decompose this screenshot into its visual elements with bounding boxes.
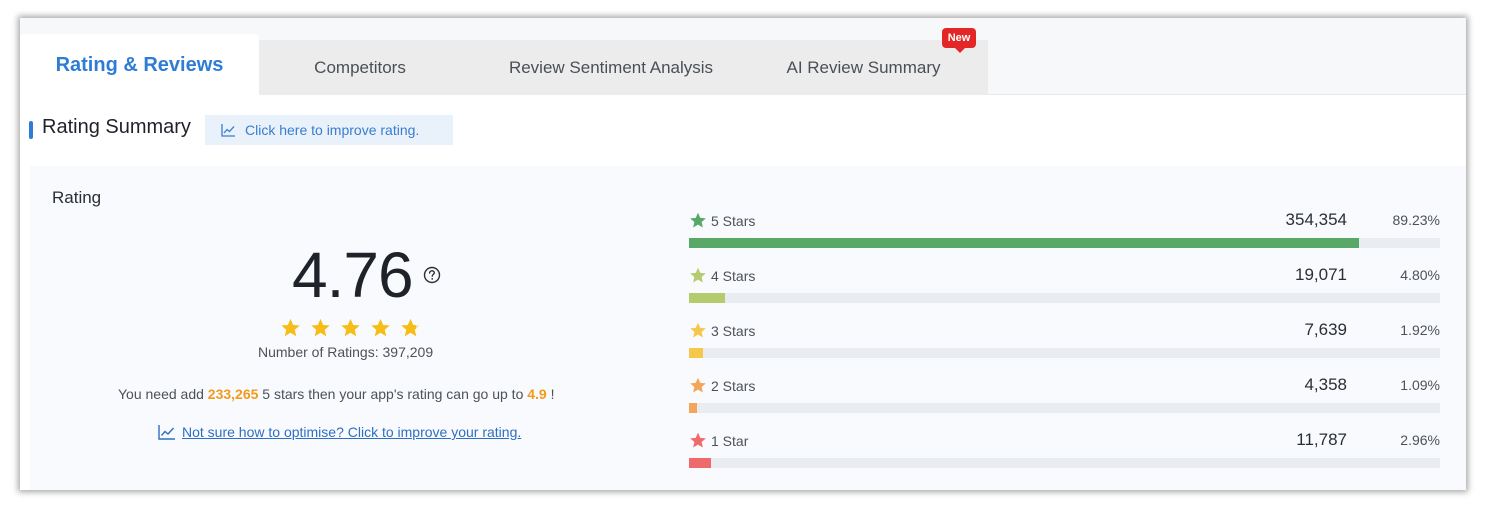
star-icon (690, 432, 706, 448)
distribution-percent: 89.23% (1392, 212, 1440, 228)
distribution-bar-fill (689, 238, 1360, 248)
distribution-bar-fill (689, 403, 698, 413)
distribution-percent: 1.09% (1400, 377, 1440, 393)
distribution-row: 2 Stars 4,358 1.09% (689, 375, 1440, 421)
improvement-suffix: ! (546, 386, 555, 402)
distribution-bar-track (689, 403, 1440, 413)
distribution-percent: 2.96% (1400, 432, 1440, 448)
new-badge: New (942, 28, 976, 53)
distribution-count: 19,071 (1295, 265, 1347, 284)
improvement-middle: 5 stars then your app's rating can go up… (258, 386, 528, 402)
improve-rating-button-label: Click here to improve rating. (245, 122, 420, 138)
distribution-count: 7,639 (1304, 320, 1347, 339)
distribution-bar-track (689, 293, 1440, 303)
distribution-row: 1 Star 11,787 2.96% (689, 430, 1440, 476)
distribution-percent: 4.80% (1400, 267, 1440, 283)
star-icon (690, 322, 706, 338)
distribution-row: 3 Stars 7,639 1.92% (689, 320, 1440, 366)
line-chart-icon (221, 123, 235, 137)
distribution-bar-fill (689, 348, 704, 358)
number-of-ratings: Number of Ratings: 397,209 (258, 344, 434, 360)
distribution-label-text: 5 Stars (711, 212, 756, 229)
help-icon[interactable] (423, 266, 441, 284)
distribution-label-text: 3 Stars (711, 322, 756, 339)
distribution-count: 354,354 (1285, 210, 1347, 229)
line-chart-icon (158, 424, 175, 440)
tab-bar: Rating & Reviews Competitors Review Sent… (20, 18, 1466, 96)
tab-ai-review-summary[interactable]: AI Review Summary (761, 40, 966, 95)
star-icon (311, 318, 330, 337)
distribution-bar-fill (689, 458, 712, 468)
rating-label: Rating (52, 188, 102, 207)
distribution-row: 5 Stars 354,354 89.23% (689, 210, 1440, 256)
optimise-link[interactable]: Not sure how to optimise? Click to impro… (158, 424, 521, 440)
star-icon (690, 212, 706, 228)
distribution-bar-track (689, 348, 1440, 358)
section-title: Rating Summary (42, 116, 191, 138)
rating-stars (280, 318, 421, 338)
distribution-bar-track (689, 238, 1440, 248)
improvement-count: 233,265 (207, 386, 259, 402)
tab-rating-reviews[interactable]: Rating & Reviews (20, 34, 259, 96)
distribution-bar-track (689, 458, 1440, 468)
distribution-label-text: 1 Star (711, 432, 749, 449)
distribution-percent: 1.92% (1400, 322, 1440, 338)
app-frame: Rating & Reviews Competitors Review Sent… (20, 18, 1466, 490)
distribution-row: 4 Stars 19,071 4.80% (689, 265, 1440, 311)
distribution-count: 11,787 (1296, 430, 1347, 449)
rating-summary-header: Rating Summary Click here to improve rat… (20, 96, 1466, 166)
distribution-label-text: 4 Stars (711, 267, 756, 284)
distribution-label: 4 Stars (689, 267, 755, 284)
improvement-prefix: You need add (118, 386, 208, 402)
improvement-message: You need add 233,265 5 stars then your a… (118, 386, 555, 402)
star-partial-icon (401, 318, 420, 337)
rating-score: 4.76 (292, 239, 414, 311)
distribution-label: 2 Stars (689, 377, 755, 394)
star-icon (371, 318, 390, 337)
distribution-label-text: 2 Stars (711, 377, 756, 394)
rating-panel: Rating 4.76 Number of Ratings: 397,209 Y… (30, 166, 1466, 490)
section-accent-bar (29, 121, 33, 139)
distribution-bar-fill (689, 293, 726, 303)
tab-competitors[interactable]: Competitors (259, 40, 461, 95)
distribution-count: 4,358 (1304, 375, 1347, 394)
star-icon (341, 318, 360, 337)
distribution-label: 3 Stars (689, 322, 755, 339)
improvement-target: 4.9 (527, 386, 547, 402)
distribution-label: 1 Star (689, 432, 748, 449)
improve-rating-button[interactable]: Click here to improve rating. (205, 115, 453, 145)
tab-review-sentiment-analysis[interactable]: Review Sentiment Analysis (461, 40, 761, 95)
distribution-label: 5 Stars (689, 212, 755, 229)
optimise-link-text: Not sure how to optimise? Click to impro… (182, 424, 522, 440)
star-icon (690, 377, 706, 393)
star-icon (690, 267, 706, 283)
star-icon (281, 318, 300, 337)
